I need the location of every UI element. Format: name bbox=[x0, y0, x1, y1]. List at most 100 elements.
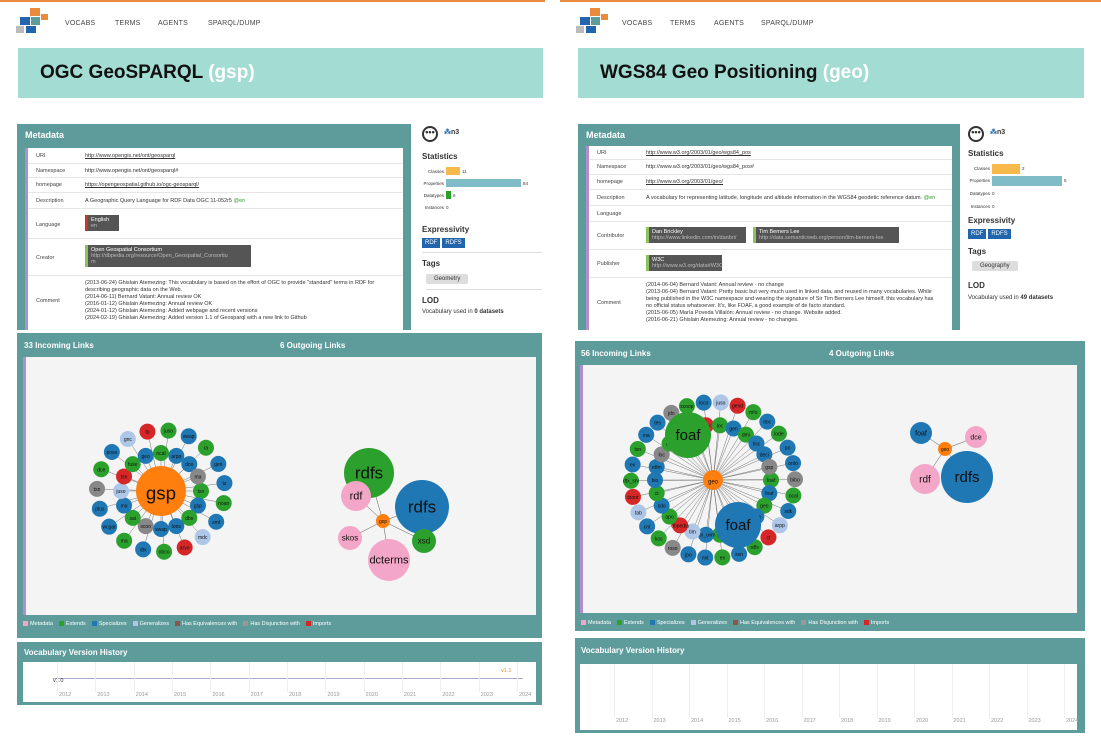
year-tick: 2024 bbox=[1066, 718, 1079, 724]
stat-label: Properties bbox=[969, 178, 990, 183]
vocab-prefix: (gsp) bbox=[208, 62, 255, 83]
graph-node-label: gnc bbox=[124, 437, 133, 443]
publisher-tag[interactable]: W3C http://www.w3.org/data#W3C bbox=[646, 255, 723, 271]
bar-classes bbox=[992, 164, 1020, 174]
year-tick: 2013 bbox=[653, 718, 666, 724]
graph-node-label: loc bbox=[658, 452, 665, 458]
stat-value: 0 bbox=[992, 204, 995, 209]
graph-node-label: foaf bbox=[725, 517, 751, 534]
row-key: Description bbox=[36, 198, 64, 204]
graph-node-label: mdc bbox=[198, 535, 208, 541]
version-label[interactable]: v1.0 bbox=[53, 678, 63, 684]
legend-item[interactable]: Has Equivalences with bbox=[175, 621, 237, 627]
metadata-section: Metadata URI http://www.w3.org/2003/01/g… bbox=[578, 124, 960, 330]
lod-text: Vocabulary used in bbox=[968, 295, 1019, 301]
comment-line: describing geographic data on the Web. bbox=[85, 287, 183, 293]
vocab-title: WGS84 Geo Positioning bbox=[600, 62, 818, 83]
row-namespace: Namespace http://www.opengis.net/ont/geo… bbox=[28, 164, 403, 178]
row-key: Comment bbox=[597, 300, 621, 306]
description-text: A Geographic Query Language for RDF Data… bbox=[85, 198, 232, 204]
graph-node-label: rdfm bbox=[652, 465, 662, 471]
nav-sparql[interactable]: SPARQL/DUMP bbox=[761, 20, 814, 27]
legend-item[interactable]: Specializes bbox=[649, 620, 685, 626]
version-label[interactable]: v1.1 bbox=[501, 668, 511, 674]
legend-item[interactable]: Imports bbox=[863, 620, 889, 626]
timeline[interactable]: 2012 2013 2014 2015 2016 2017 2018 2019 2020 2021… bbox=[580, 664, 1079, 730]
lod-heading: LOD bbox=[968, 281, 985, 290]
n3-icon[interactable]: ⁂n3 bbox=[444, 128, 459, 136]
comment-line: (2016-06-21) Ghislain Atemezing: Annual … bbox=[646, 317, 799, 323]
row-comment: Comment (2013-06-24) Ghislain Atemezing:… bbox=[28, 276, 403, 330]
nav-terms[interactable]: TERMS bbox=[670, 20, 696, 27]
nav-sparql[interactable]: SPARQL/DUMP bbox=[208, 20, 261, 27]
tag-geometry[interactable]: Geometry bbox=[426, 274, 469, 284]
lov-logo[interactable] bbox=[576, 8, 610, 34]
homepage-link[interactable]: https://opengeospatial.github.io/ogc-geo… bbox=[85, 182, 397, 189]
graph-node-label: smt bbox=[212, 520, 221, 526]
graph-node-label: dcterms bbox=[369, 555, 409, 567]
row-key: Language bbox=[36, 222, 61, 228]
graph-edge bbox=[712, 479, 794, 496]
legend-item[interactable]: Metadata bbox=[23, 621, 53, 627]
creator-tag[interactable]: Open Geospatial Consortium http://dbpedia… bbox=[85, 245, 251, 267]
year-tick: 2021 bbox=[404, 692, 417, 698]
comment-line: (2013-06-24) Ghislain Atemezing: This vo… bbox=[85, 280, 375, 286]
legend-item[interactable]: Extends bbox=[616, 620, 644, 626]
language-code: en bbox=[91, 223, 98, 229]
timeline[interactable]: v1.0 v1.1 2012 2013 2014 2015 2016 2017 2018 20… bbox=[23, 662, 536, 702]
metadata-section: Metadata URI http://www.opengis.net/ont/… bbox=[17, 124, 411, 330]
legend-swatch bbox=[175, 621, 180, 626]
year-gridline bbox=[210, 662, 212, 692]
more-icon[interactable]: ••• bbox=[968, 126, 984, 142]
row-uri: URI http://www.opengis.net/ont/geosparql bbox=[28, 148, 403, 164]
expr-rdf[interactable]: RDF bbox=[968, 229, 987, 239]
graph-center-label: geo bbox=[941, 447, 950, 453]
lov-logo[interactable] bbox=[16, 8, 50, 34]
nav-agents[interactable]: AGENTS bbox=[158, 20, 188, 27]
expr-rdf[interactable]: RDF bbox=[422, 238, 441, 248]
link-graph[interactable]: foaffoafgeofromdcseventgndtx_uvmtimdbped… bbox=[583, 365, 1077, 613]
graph-node-label: foaf bbox=[675, 427, 701, 444]
legend-item[interactable]: Has Disjunction with bbox=[243, 621, 300, 627]
legend-item[interactable]: Imports bbox=[305, 621, 331, 627]
legend-item[interactable]: Has Disjunction with bbox=[801, 620, 858, 626]
legend-item[interactable]: Specializes bbox=[91, 621, 127, 627]
nav-agents[interactable]: AGENTS bbox=[714, 20, 744, 27]
year-gridline bbox=[1026, 664, 1028, 718]
year-tick: 2014 bbox=[135, 692, 148, 698]
legend-item[interactable]: Generalizes bbox=[690, 620, 727, 626]
legend-item[interactable]: Has Equivalences with bbox=[733, 620, 795, 626]
namespace-value: http://www.opengis.net/ont/geosparql# bbox=[85, 168, 179, 174]
row-uri: URI http://www.w3.org/2003/01/geo/wgs84_… bbox=[589, 146, 952, 160]
legend-item[interactable]: Extends bbox=[58, 621, 86, 627]
outgoing-links-heading: 4 Outgoing Links bbox=[829, 349, 895, 358]
graph-node-label: jdo bbox=[667, 411, 675, 417]
graph-node-label: dtx bbox=[140, 547, 147, 553]
contributor-tag[interactable]: Dan Brickley https://www.linkedin.com/in/… bbox=[646, 227, 746, 243]
bar-properties bbox=[446, 179, 521, 187]
graph-node-label: dbs bbox=[185, 516, 194, 522]
n3-icon[interactable]: ⁂n3 bbox=[990, 128, 1005, 136]
year-tick: 2020 bbox=[365, 692, 378, 698]
graph-node-label: deci bbox=[760, 452, 769, 458]
links-panel-geo: 56 Incoming Links 4 Outgoing Links foaf f… bbox=[575, 341, 1085, 631]
nav-vocabs[interactable]: VOCABS bbox=[65, 20, 95, 27]
legend-item[interactable]: Generalizes bbox=[132, 621, 169, 627]
nav-terms[interactable]: TERMS bbox=[115, 20, 141, 27]
uri-link[interactable]: http://www.opengis.net/ont/geosparql bbox=[85, 153, 397, 160]
uri-link[interactable]: http://www.w3.org/2003/01/geo/wgs84_pos bbox=[646, 150, 946, 157]
more-icon[interactable]: ••• bbox=[422, 126, 438, 142]
statistics-heading: Statistics bbox=[422, 152, 458, 161]
expr-rdfs[interactable]: RDFS bbox=[442, 238, 465, 248]
tag-geography[interactable]: Geography bbox=[972, 261, 1018, 271]
stat-label: Properties bbox=[423, 181, 444, 186]
legend-item[interactable]: Metadata bbox=[581, 620, 611, 626]
graph-node-label: ma bbox=[121, 504, 128, 510]
homepage-link[interactable]: http://www.w3.org/2003/01/geo/ bbox=[646, 179, 946, 186]
graph-node-label: ex bbox=[720, 555, 726, 561]
row-key: Publisher bbox=[597, 261, 620, 267]
expr-rdfs[interactable]: RDFS bbox=[988, 229, 1011, 239]
contributor-tag[interactable]: Tim Berners Lee http://data.semanticweb.o… bbox=[753, 227, 899, 243]
link-graph[interactable]: tsngspdbsionsswapscoosaimajusotsnfusegeo… bbox=[26, 357, 536, 615]
nav-vocabs[interactable]: VOCABS bbox=[622, 20, 652, 27]
